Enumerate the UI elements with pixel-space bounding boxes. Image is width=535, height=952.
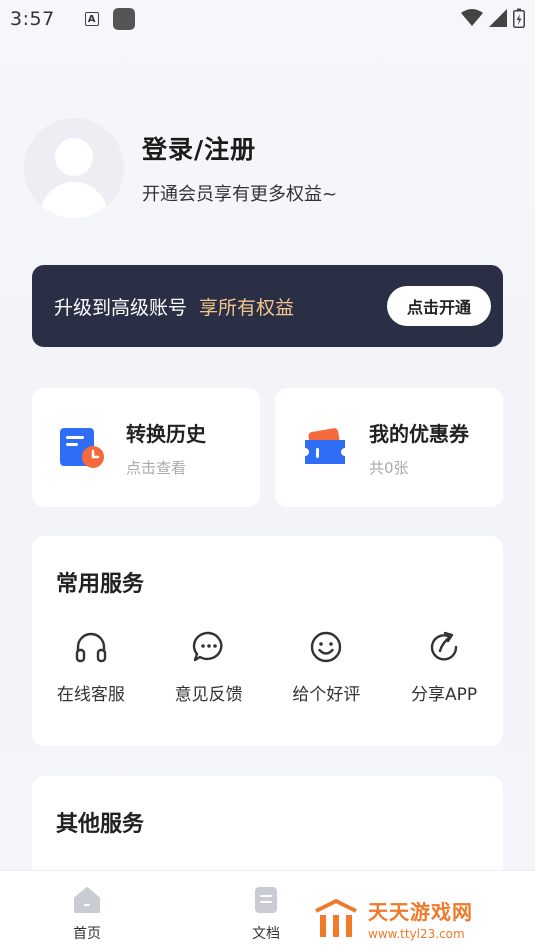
home-icon — [74, 887, 100, 913]
document-icon — [255, 887, 277, 913]
history-title: 转换历史 — [126, 421, 206, 446]
avatar-body-shape — [40, 182, 108, 218]
tab-home[interactable]: 首页 — [72, 885, 102, 943]
status-bar: 3:57 A — [0, 0, 535, 38]
watermark-url: www.ttyl23.com — [368, 927, 465, 941]
accessibility-badge-icon: A — [84, 12, 99, 26]
vip-banner-accent: 享所有权益 — [199, 296, 295, 319]
watermark-name: 天天游戏网 — [368, 900, 473, 924]
status-icons — [461, 8, 525, 28]
profile-subtitle: 开通会员享有更多权益~ — [142, 184, 338, 205]
battery-icon — [513, 8, 525, 28]
site-watermark: 天天游戏网 www.ttyl23.com — [312, 896, 473, 941]
tab-documents[interactable]: 文档 — [251, 885, 281, 943]
service-feedback[interactable]: 意见反馈 — [150, 630, 268, 705]
notification-square-icon — [112, 8, 135, 30]
service-rate-us[interactable]: 给个好评 — [268, 630, 386, 705]
share-icon — [430, 631, 458, 661]
tab-home-label: 首页 — [73, 926, 101, 942]
common-services-card: 常用服务 在线客服 意见反馈 给个好评 分享APP — [32, 536, 503, 746]
service-label: 意见反馈 — [174, 685, 243, 705]
watermark-text: 天天游戏网 www.ttyl23.com — [368, 896, 473, 941]
smile-icon — [311, 631, 342, 663]
coupon-title: 我的优惠券 — [369, 421, 469, 446]
tab-documents-label: 文档 — [252, 926, 280, 942]
my-coupons-card[interactable]: 我的优惠券 共0张 — [275, 388, 503, 507]
common-services-title: 常用服务 — [56, 572, 145, 597]
history-document-icon — [60, 427, 104, 468]
coupon-subtitle: 共0张 — [369, 458, 409, 477]
wifi-icon — [461, 9, 483, 26]
service-label: 在线客服 — [56, 685, 125, 705]
other-services-title: 其他服务 — [56, 812, 145, 837]
chat-bubble-icon — [192, 631, 223, 662]
service-online-support[interactable]: 在线客服 — [32, 630, 150, 705]
history-subtitle: 点击查看 — [126, 458, 187, 477]
signal-icon — [489, 9, 507, 27]
vip-banner-text: 升级到高级账号 — [54, 296, 188, 319]
vip-upgrade-banner[interactable]: 升级到高级账号 享所有权益 点击开通 — [32, 265, 503, 347]
coupon-wallet-icon — [305, 427, 345, 464]
status-time: 3:57 — [10, 8, 55, 30]
avatar[interactable] — [24, 118, 124, 218]
service-label: 分享APP — [411, 685, 478, 705]
service-label: 给个好评 — [292, 685, 361, 705]
coupon-text: 我的优惠券 共0张 — [369, 418, 469, 478]
profile-section[interactable]: 登录/注册 开通会员享有更多权益~ — [24, 118, 337, 218]
watermark-logo-icon — [315, 898, 357, 937]
service-share-app[interactable]: 分享APP — [385, 630, 503, 705]
activate-vip-button[interactable]: 点击开通 — [387, 286, 491, 326]
avatar-head-shape — [55, 138, 93, 176]
headphones-icon — [75, 632, 107, 663]
conversion-history-card[interactable]: 转换历史 点击查看 — [32, 388, 260, 507]
profile-text: 登录/注册 开通会员享有更多权益~ — [142, 130, 337, 206]
history-text: 转换历史 点击查看 — [126, 418, 206, 478]
services-row: 在线客服 意见反馈 给个好评 分享APP — [32, 630, 503, 705]
login-register-link[interactable]: 登录/注册 — [142, 130, 337, 166]
